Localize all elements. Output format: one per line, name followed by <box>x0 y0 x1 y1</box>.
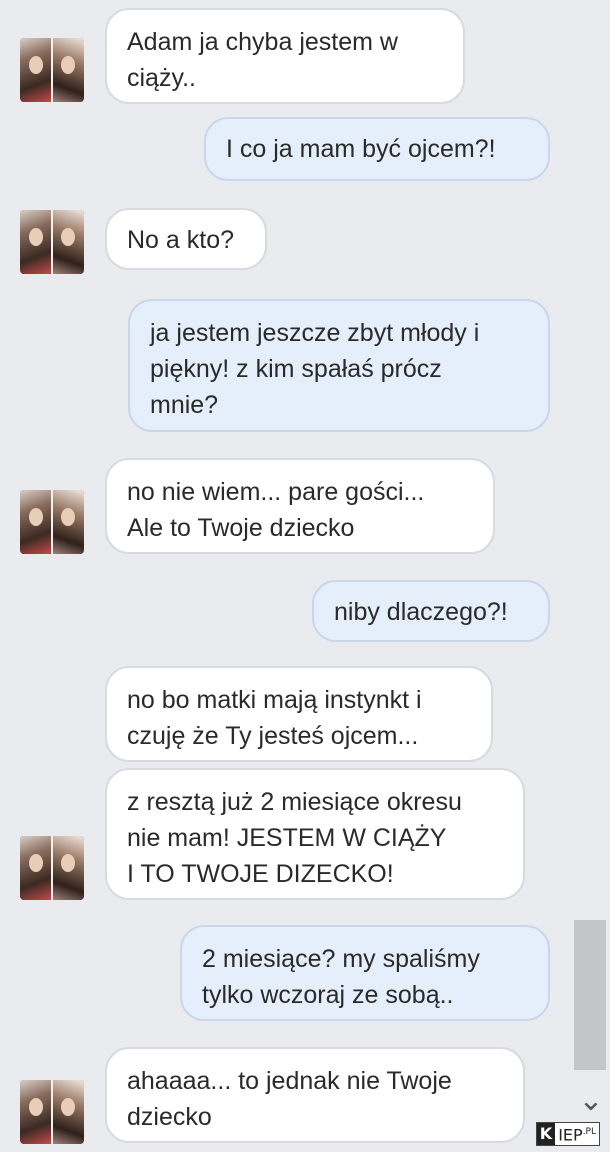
contact-avatar[interactable] <box>20 836 84 900</box>
contact-avatar[interactable] <box>20 38 84 102</box>
message-incoming[interactable]: no bo matki mają instynkt i czuję że Ty … <box>105 666 493 762</box>
message-incoming[interactable]: no nie wiem... pare gości... Ale to Twoj… <box>105 458 495 554</box>
message-incoming[interactable]: Adam ja chyba jestem w ciąży.. <box>105 8 465 104</box>
message-incoming[interactable]: z resztą już 2 miesiące okresu nie mam! … <box>105 768 525 900</box>
contact-avatar[interactable] <box>20 210 84 274</box>
message-outgoing[interactable]: I co ja mam być ojcem?! <box>204 117 550 181</box>
contact-avatar[interactable] <box>20 1080 84 1144</box>
chat-thread: Adam ja chyba jestem w ciąży.. I co ja m… <box>0 0 570 1152</box>
chevron-down-icon[interactable]: ⌄ <box>576 1086 606 1116</box>
watermark-k: K <box>536 1123 556 1145</box>
message-outgoing[interactable]: 2 miesiące? my spaliśmy tylko wczoraj ze… <box>180 925 550 1021</box>
watermark-logo: K IEP.PL <box>535 1122 600 1146</box>
message-incoming[interactable]: ahaaaa... to jednak nie Twoje dziecko <box>105 1047 525 1143</box>
message-outgoing[interactable]: niby dlaczego?! <box>312 580 550 642</box>
watermark-text: IEP <box>558 1125 583 1145</box>
message-incoming[interactable]: No a kto? <box>105 208 267 270</box>
scrollbar-thumb[interactable] <box>574 920 606 1070</box>
watermark-suffix: .PL <box>582 1127 596 1138</box>
contact-avatar[interactable] <box>20 490 84 554</box>
scrollbar[interactable]: ⌄ <box>570 0 610 1152</box>
message-outgoing[interactable]: ja jestem jeszcze zbyt młody i piękny! z… <box>128 299 550 432</box>
